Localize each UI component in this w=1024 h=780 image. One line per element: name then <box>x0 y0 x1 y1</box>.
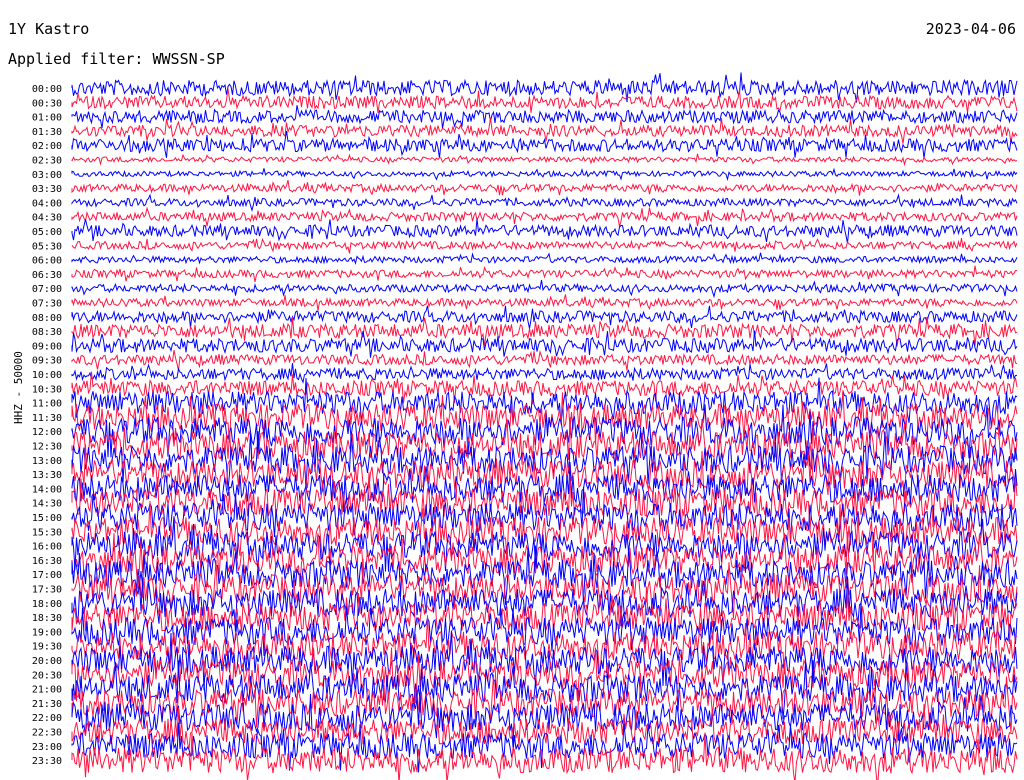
trace-row <box>71 193 1018 213</box>
trace-row <box>71 206 1018 227</box>
time-tick-label: 15:00 <box>32 513 62 524</box>
trace-row <box>71 105 1018 129</box>
time-tick-label: 01:30 <box>32 127 62 138</box>
trace-row <box>71 316 1018 347</box>
time-tick-label: 07:30 <box>32 299 62 310</box>
trace-row <box>71 252 1018 266</box>
time-tick-label: 12:00 <box>32 427 62 438</box>
time-tick-label: 07:00 <box>32 284 62 295</box>
time-tick-label: 23:30 <box>32 756 62 767</box>
time-tick-label: 09:00 <box>32 341 62 352</box>
time-tick-label: 18:30 <box>32 613 62 624</box>
time-tick-label: 03:30 <box>32 184 62 195</box>
time-tick-label: 15:30 <box>32 527 62 538</box>
time-tick-label: 08:00 <box>32 313 62 324</box>
time-tick-labels: 00:00 00:30 01:00 01:30 02:00 02:30 03:00 03:30… <box>32 84 62 767</box>
time-tick-label: 00:30 <box>32 98 62 109</box>
time-tick-label: 14:00 <box>32 484 62 495</box>
trace-row <box>71 167 1018 182</box>
trace-row <box>71 279 1018 299</box>
time-tick-label: 14:30 <box>32 499 62 510</box>
trace-row <box>71 265 1018 283</box>
time-tick-label: 04:00 <box>32 198 62 209</box>
time-tick-label: 03:00 <box>32 170 62 181</box>
time-tick-label: 16:30 <box>32 556 62 567</box>
time-tick-label: 02:30 <box>32 156 62 167</box>
trace-row <box>71 218 1018 244</box>
time-tick-label: 05:00 <box>32 227 62 238</box>
trace-row <box>71 330 1018 358</box>
time-tick-label: 12:30 <box>32 442 62 453</box>
time-tick-label: 17:30 <box>32 585 62 596</box>
trace-row <box>71 179 1018 196</box>
trace-row <box>71 237 1018 254</box>
time-tick-label: 13:30 <box>32 470 62 481</box>
time-tick-label: 20:30 <box>32 670 62 681</box>
trace-row <box>71 153 1018 167</box>
time-tick-label: 11:00 <box>32 399 62 410</box>
time-tick-label: 08:30 <box>32 327 62 338</box>
time-tick-label: 09:30 <box>32 356 62 367</box>
time-tick-label: 21:30 <box>32 699 62 710</box>
trace-row <box>71 88 1018 113</box>
time-tick-label: 21:00 <box>32 685 62 696</box>
trace-row <box>71 363 1018 384</box>
trace-row <box>71 72 1018 103</box>
time-tick-label: 10:30 <box>32 384 62 395</box>
time-tick-label: 02:00 <box>32 141 62 152</box>
time-tick-label: 19:30 <box>32 642 62 653</box>
time-tick-label: 06:30 <box>32 270 62 281</box>
time-tick-label: 01:00 <box>32 113 62 124</box>
time-tick-label: 11:30 <box>32 413 62 424</box>
time-tick-label: 13:00 <box>32 456 62 467</box>
time-tick-label: 23:00 <box>32 742 62 753</box>
trace-row <box>71 732 1018 780</box>
time-tick-label: 18:00 <box>32 599 62 610</box>
time-tick-label: 19:00 <box>32 627 62 638</box>
time-tick-label: 22:30 <box>32 728 62 739</box>
trace-row <box>71 305 1018 329</box>
time-tick-label: 16:00 <box>32 542 62 553</box>
time-tick-label: 00:00 <box>32 84 62 95</box>
time-tick-label: 22:00 <box>32 713 62 724</box>
time-tick-label: 20:00 <box>32 656 62 667</box>
time-tick-label: 04:30 <box>32 213 62 224</box>
time-tick-label: 05:30 <box>32 241 62 252</box>
trace-row <box>71 349 1018 371</box>
seismic-traces <box>71 72 1018 780</box>
helicorder-plot: 00:00 00:30 01:00 01:30 02:00 02:30 03:00 03:30… <box>32 72 1018 780</box>
time-tick-label: 06:00 <box>32 256 62 267</box>
trace-row <box>71 294 1018 311</box>
time-tick-label: 17:00 <box>32 570 62 581</box>
time-tick-label: 10:00 <box>32 370 62 381</box>
